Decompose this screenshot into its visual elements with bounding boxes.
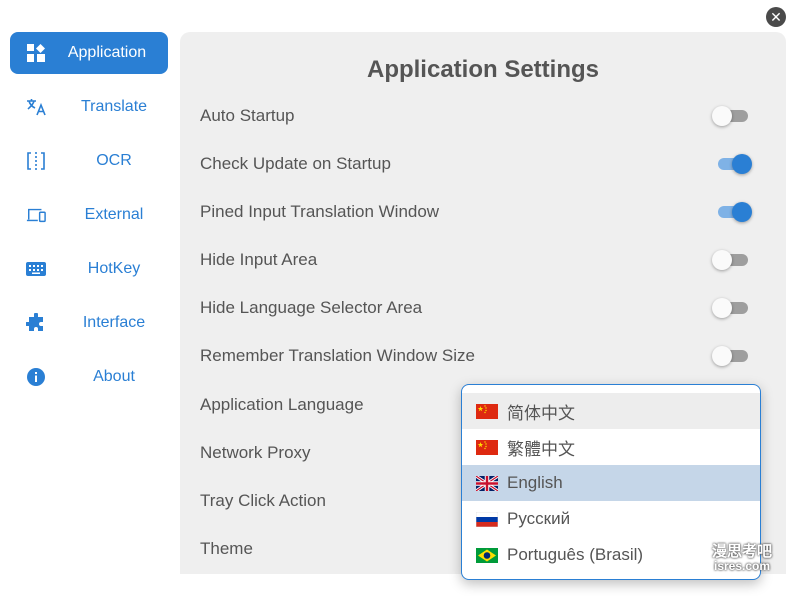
setting-label: Remember Translation Window Size bbox=[200, 346, 475, 365]
setting-label: Hide Language Selector Area bbox=[200, 298, 423, 317]
sidebar-item-label: OCR bbox=[96, 152, 132, 169]
info-icon bbox=[26, 367, 46, 387]
ocr-icon bbox=[26, 151, 46, 171]
language-option-zh-cn[interactable]: 简体中文 bbox=[462, 393, 760, 429]
setting-label: Tray Click Action bbox=[200, 491, 326, 510]
br-flag-icon bbox=[476, 547, 498, 563]
close-button[interactable]: ✕ bbox=[766, 7, 786, 27]
gb-flag-icon bbox=[476, 475, 498, 491]
language-option-zh-tw[interactable]: 繁體中文 bbox=[462, 429, 760, 465]
language-option-ru[interactable]: Русский bbox=[462, 501, 760, 537]
sidebar-item-label: About bbox=[93, 368, 135, 385]
sidebar-item-translate[interactable]: Translate bbox=[10, 86, 168, 128]
setting-row-check-update: Check Update on Startup bbox=[200, 150, 752, 178]
sidebar-item-hotkey[interactable]: HotKey bbox=[10, 248, 168, 290]
sidebar-item-ocr[interactable]: OCR bbox=[10, 140, 168, 182]
setting-row-auto-startup: Auto Startup bbox=[200, 102, 750, 130]
setting-label: Check Update on Startup bbox=[200, 154, 391, 173]
setting-row-hide-input: Hide Input Area bbox=[200, 246, 750, 274]
setting-row-hide-language-selector: Hide Language Selector Area bbox=[200, 294, 750, 322]
sidebar-item-external[interactable]: External bbox=[10, 194, 168, 236]
dashboard-icon bbox=[26, 43, 46, 63]
check-update-toggle[interactable] bbox=[714, 153, 752, 175]
sidebar-item-label: HotKey bbox=[87, 260, 141, 277]
sidebar: Application Translate OCR External HotKe… bbox=[10, 32, 168, 410]
devices-icon bbox=[26, 205, 46, 225]
hide-input-toggle[interactable] bbox=[712, 249, 750, 271]
setting-label: Auto Startup bbox=[200, 106, 295, 125]
setting-label: Hide Input Area bbox=[200, 250, 318, 269]
keyboard-icon bbox=[26, 259, 46, 279]
translate-icon bbox=[26, 97, 46, 117]
remember-size-toggle[interactable] bbox=[712, 345, 750, 367]
cn-flag-icon bbox=[476, 403, 498, 419]
sidebar-item-interface[interactable]: Interface bbox=[10, 302, 168, 344]
language-option-label: Русский bbox=[507, 509, 571, 528]
language-option-label: English bbox=[507, 473, 563, 492]
page-title: Application Settings bbox=[366, 56, 599, 83]
setting-label: Network Proxy bbox=[200, 443, 311, 462]
watermark: 漫思考吧 isres.com bbox=[712, 544, 772, 572]
watermark-line1: 漫思考吧 bbox=[712, 543, 773, 560]
setting-label: Pined Input Translation Window bbox=[200, 202, 440, 221]
close-icon: ✕ bbox=[770, 9, 782, 25]
sidebar-item-about[interactable]: About bbox=[10, 356, 168, 398]
hide-language-selector-toggle[interactable] bbox=[712, 297, 750, 319]
setting-row-remember-size: Remember Translation Window Size bbox=[200, 342, 750, 370]
cn-flag-icon bbox=[476, 439, 498, 455]
auto-startup-toggle[interactable] bbox=[712, 105, 750, 127]
language-option-en[interactable]: English bbox=[462, 465, 760, 501]
sidebar-item-label: Translate bbox=[80, 98, 148, 115]
sidebar-item-label: Application bbox=[67, 44, 147, 61]
language-option-label: Português (Brasil) bbox=[507, 545, 644, 564]
sidebar-item-label: Interface bbox=[82, 314, 146, 331]
setting-row-pined-window: Pined Input Translation Window bbox=[200, 198, 752, 226]
sidebar-item-label: External bbox=[84, 206, 144, 223]
language-option-label: 简体中文 bbox=[507, 403, 575, 423]
pined-window-toggle[interactable] bbox=[714, 201, 752, 223]
sidebar-item-application[interactable]: Application bbox=[10, 32, 168, 74]
ru-flag-icon bbox=[476, 511, 498, 527]
language-option-label: 繁體中文 bbox=[507, 439, 575, 459]
setting-label: Theme bbox=[200, 539, 253, 558]
puzzle-icon bbox=[26, 313, 46, 333]
setting-label: Application Language bbox=[200, 395, 364, 414]
watermark-line2: isres.com bbox=[713, 558, 771, 573]
